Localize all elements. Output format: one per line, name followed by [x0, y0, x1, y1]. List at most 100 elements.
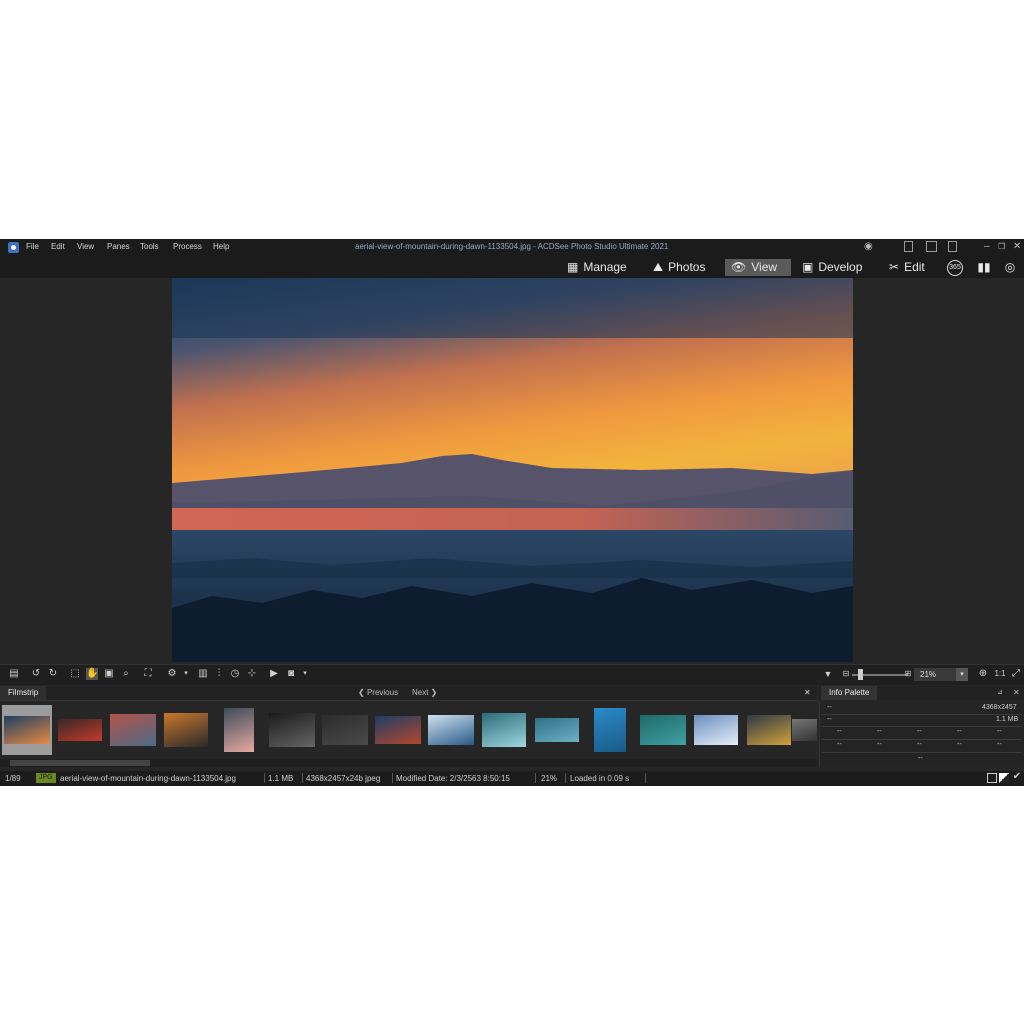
- zoom-out-icon[interactable]: ⊟: [840, 668, 852, 680]
- filmstrip-thumbnail[interactable]: [108, 705, 158, 755]
- filter-dropdown-icon[interactable]: ▼: [822, 668, 834, 680]
- fit-zoom-icon[interactable]: ⊕: [977, 668, 989, 680]
- mode-edit-button[interactable]: ✂ Edit: [889, 259, 925, 276]
- timer-icon[interactable]: ◷: [229, 668, 241, 680]
- filmstrip-thumbnail[interactable]: [320, 705, 370, 755]
- account-icon[interactable]: ◉: [864, 241, 873, 253]
- minimize-icon[interactable]: –: [984, 241, 990, 253]
- filmstrip-thumbnail[interactable]: [744, 705, 794, 755]
- menu-help[interactable]: Help: [213, 242, 229, 251]
- mode-view-button[interactable]: 👁 View: [725, 259, 791, 276]
- bottom-pane-toggle-icon[interactable]: [926, 241, 937, 252]
- thumbnail-image: [58, 719, 102, 741]
- title-bar: File Edit View Panes Tools Process Help …: [0, 239, 1024, 256]
- settings-gear-icon[interactable]: ⚙: [166, 668, 178, 680]
- develop-icon: ▣: [802, 260, 814, 274]
- previous-button[interactable]: ❮ Previous: [358, 687, 398, 699]
- pan-hand-icon[interactable]: ✋: [86, 668, 98, 680]
- filmstrip-thumbnail[interactable]: [426, 705, 476, 755]
- eye-settings-icon[interactable]: ◎: [1001, 259, 1019, 276]
- info-grid-row: -- -- -- -- --: [822, 726, 1022, 740]
- thumbnail-image: [269, 713, 315, 747]
- status-divider: [535, 773, 536, 783]
- filmstrip-scrollbar[interactable]: [0, 759, 817, 767]
- info-placeholder: --: [877, 728, 882, 735]
- zoom-dropdown-button[interactable]: ▾: [956, 668, 968, 681]
- app-logo-icon[interactable]: [8, 242, 19, 253]
- dashboard-icon[interactable]: ▮▮: [975, 259, 993, 276]
- menu-edit[interactable]: Edit: [51, 242, 65, 251]
- next-label: Next: [412, 688, 429, 697]
- tab-info-palette[interactable]: Info Palette: [821, 686, 878, 700]
- single-view-icon[interactable]: [987, 773, 997, 783]
- rotate-right-icon[interactable]: ↻: [47, 668, 59, 680]
- menu-panes[interactable]: Panes: [107, 242, 130, 251]
- image-viewer[interactable]: [0, 278, 1024, 662]
- edit-tools-icon: ✂: [889, 260, 900, 274]
- zoom-slider-knob[interactable]: [858, 669, 863, 680]
- checkmark-icon[interactable]: ✔: [1011, 771, 1023, 783]
- status-dimensions: 4368x2457x24b jpeg: [306, 774, 381, 783]
- filmstrip-thumbnail[interactable]: [638, 705, 688, 755]
- status-loaded: Loaded in 0.09 s: [570, 774, 630, 783]
- pin-icon[interactable]: ⊿: [997, 687, 1003, 699]
- mode-develop-button[interactable]: ▣ Develop: [802, 259, 862, 276]
- info-placeholder: --: [917, 741, 922, 748]
- focus-icon[interactable]: ⊹: [246, 668, 258, 680]
- restore-icon[interactable]: ❐: [998, 241, 1005, 253]
- thumbnail-image: [110, 714, 156, 746]
- info-dimensions: 4368x2457: [982, 704, 1017, 711]
- menu-process[interactable]: Process: [173, 242, 202, 251]
- left-pane-toggle-icon[interactable]: [904, 241, 913, 252]
- save-icon[interactable]: ▤: [8, 668, 20, 680]
- thumbnail-image: [535, 718, 579, 742]
- filmstrip-close-icon[interactable]: ✕: [804, 687, 811, 699]
- filmstrip-thumbnail[interactable]: [585, 705, 635, 755]
- compare-icon[interactable]: [999, 773, 1009, 783]
- zoom-in-icon[interactable]: ⊞: [902, 668, 914, 680]
- filmstrip-thumbnail[interactable]: [373, 705, 423, 755]
- filmstrip-thumbnail[interactable]: [2, 705, 52, 755]
- fullscreen-icon[interactable]: ⛶: [142, 668, 154, 680]
- info-placeholder: --: [997, 728, 1002, 735]
- menu-tools[interactable]: Tools: [140, 242, 159, 251]
- capture-icon[interactable]: ◙: [285, 668, 297, 680]
- filmstrip-scroll-thumb[interactable]: [10, 760, 150, 766]
- filmstrip: [0, 701, 817, 759]
- filmstrip-thumbnail[interactable]: [532, 705, 582, 755]
- info-placeholder: --: [997, 741, 1002, 748]
- actual-size-button[interactable]: 1:1: [993, 668, 1007, 680]
- right-pane-toggle-icon[interactable]: [948, 241, 957, 252]
- menu-file[interactable]: File: [26, 242, 39, 251]
- filmstrip-thumbnail[interactable]: [214, 705, 264, 755]
- thumbnail-image: [224, 708, 254, 752]
- mode-photos-button[interactable]: ⛰ Photos: [653, 259, 705, 276]
- file-type-badge: JPG: [36, 773, 56, 783]
- filmstrip-thumbnail[interactable]: [55, 705, 105, 755]
- close-window-icon[interactable]: ✕: [1013, 241, 1021, 253]
- filmstrip-thumbnail[interactable]: [161, 705, 211, 755]
- slideshow-icon[interactable]: ▶: [268, 668, 280, 680]
- chevron-down-icon[interactable]: ▾: [180, 668, 192, 680]
- filmstrip-thumbnail[interactable]: [792, 705, 817, 755]
- zoom-value-field[interactable]: 21%: [914, 668, 956, 681]
- 365-icon[interactable]: 365: [947, 260, 963, 276]
- filmstrip-thumbnail[interactable]: [267, 705, 317, 755]
- next-button[interactable]: Next ❯: [412, 687, 437, 699]
- adjust-sliders-icon[interactable]: ⫶: [213, 668, 225, 680]
- main-photo[interactable]: [172, 278, 853, 662]
- chevron-down-icon-2[interactable]: ▾: [299, 668, 311, 680]
- filmstrip-thumbnail[interactable]: [691, 705, 741, 755]
- histogram-icon[interactable]: ▥: [197, 668, 209, 680]
- expand-icon[interactable]: ⤢: [1010, 668, 1022, 680]
- select-icon[interactable]: ▣: [103, 668, 115, 680]
- menu-view[interactable]: View: [77, 242, 94, 251]
- tab-filmstrip[interactable]: Filmstrip: [0, 686, 47, 700]
- info-palette-header: Info Palette ⊿ ✕: [819, 686, 1024, 700]
- zoom-tool-icon[interactable]: ⌕: [120, 668, 132, 680]
- crop-icon[interactable]: ⬚: [69, 668, 81, 680]
- info-close-icon[interactable]: ✕: [1013, 687, 1020, 699]
- rotate-left-icon[interactable]: ↺: [30, 668, 42, 680]
- mode-manage-button[interactable]: ▦ Manage: [567, 259, 627, 276]
- filmstrip-thumbnail[interactable]: [479, 705, 529, 755]
